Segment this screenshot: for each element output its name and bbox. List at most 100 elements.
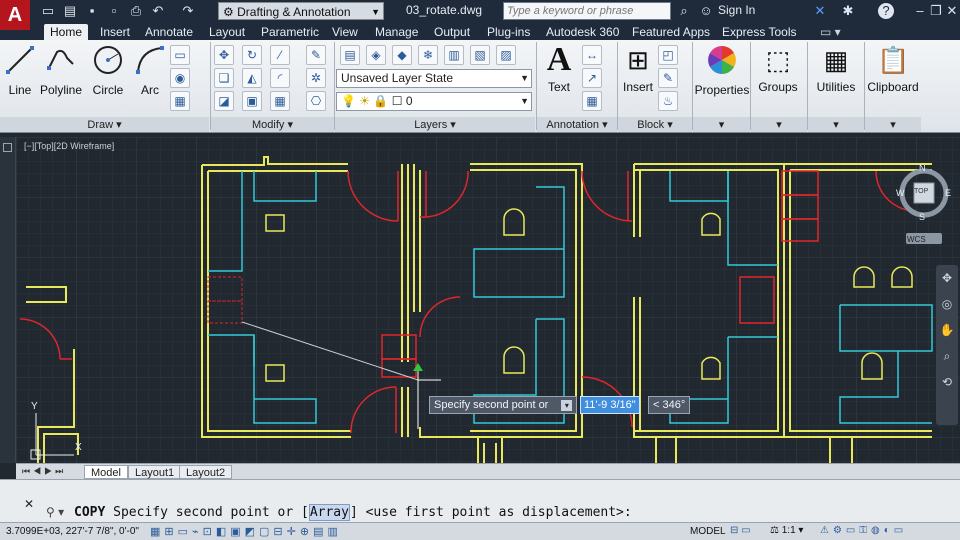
angle-input[interactable]: < 346° xyxy=(648,396,691,414)
tab-express-tools[interactable]: Express Tools xyxy=(722,24,796,40)
groups-expand-icon[interactable]: ▾ xyxy=(751,118,807,132)
layer-freeze-icon[interactable]: ❄ xyxy=(418,45,438,65)
exchange-icon[interactable]: ✕ xyxy=(812,3,828,19)
tab-layout[interactable]: Layout xyxy=(209,24,245,40)
close-icon[interactable]: ✕ xyxy=(944,3,960,19)
table-icon[interactable]: ▦ xyxy=(582,91,602,111)
fillet-icon[interactable]: ◜ xyxy=(270,68,290,88)
text-button[interactable]: A Text xyxy=(542,43,576,95)
tab-home[interactable]: Home xyxy=(44,24,89,40)
command-prompt[interactable]: COPY Specify second point or [Array] <us… xyxy=(74,504,632,521)
layer-properties-icon[interactable]: ▤ xyxy=(340,45,360,65)
layers-panel-title[interactable]: Layers ▾ xyxy=(335,118,535,132)
create-block-icon[interactable]: ◰ xyxy=(658,45,678,65)
drafting-toggles[interactable]: ▦⊞▭⌁⊡◧▣◩▢⊟✛⊕▤▥ xyxy=(150,525,342,538)
mirror-icon[interactable]: ◭ xyxy=(242,68,262,88)
tab-annotate[interactable]: Annotate xyxy=(145,24,193,40)
status-tray-icons[interactable]: ⚠⚙▭⚿◍◐▭ xyxy=(820,525,907,536)
circle-button[interactable]: Circle xyxy=(90,44,126,97)
ribbon-options-icon[interactable]: ▭ ▾ xyxy=(820,24,841,40)
layer-match-icon[interactable]: ▧ xyxy=(470,45,490,65)
ellipse-icon[interactable]: ◉ xyxy=(170,68,190,88)
clipboard-expand-icon[interactable]: ▾ xyxy=(865,118,921,132)
rotate-icon[interactable]: ↻ xyxy=(242,45,262,65)
coordinates-readout[interactable]: 3.7099E+03, 227'-7 7/8", 0'-0" xyxy=(6,526,139,537)
help-icon[interactable]: ? xyxy=(878,3,894,19)
tab-insert[interactable]: Insert xyxy=(100,24,130,40)
tab-view[interactable]: View xyxy=(332,24,358,40)
open-icon[interactable]: ▤ xyxy=(62,3,78,19)
sign-in-button[interactable]: Sign In xyxy=(718,3,755,17)
viewport-menu-icon[interactable] xyxy=(3,143,12,152)
new-icon[interactable]: ▭ xyxy=(40,3,56,19)
copy-icon[interactable]: ❏ xyxy=(214,68,234,88)
tab-plug-ins[interactable]: Plug-ins xyxy=(487,24,530,40)
edit-block-icon[interactable]: ✎ xyxy=(658,68,678,88)
hatch-icon[interactable]: ▦ xyxy=(170,91,190,111)
draw-panel-title[interactable]: Draw ▾ xyxy=(0,118,209,132)
search-input[interactable]: Type a keyword or phrase xyxy=(503,2,671,20)
redo-icon[interactable]: ↷ xyxy=(180,3,196,19)
annotation-panel-title[interactable]: Annotation ▾ xyxy=(537,118,617,132)
save-as-icon[interactable]: ▫ xyxy=(106,3,122,19)
rectangle-icon[interactable]: ▭ xyxy=(170,45,190,65)
utilities-expand-icon[interactable]: ▾ xyxy=(808,118,864,132)
trim-icon[interactable]: ⁄ xyxy=(270,45,290,65)
save-icon[interactable]: ▪ xyxy=(84,3,100,19)
block-attributes-icon[interactable]: ♨ xyxy=(658,91,678,111)
array-icon[interactable]: ▦ xyxy=(270,91,290,111)
nav-tools-icon[interactable]: ✥ ◎ ✋ ⌕ ⟲ xyxy=(936,265,958,395)
navigation-bar[interactable]: ✥ ◎ ✋ ⌕ ⟲ xyxy=(936,265,958,425)
move-icon[interactable]: ✥ xyxy=(214,45,234,65)
utilities-button[interactable]: ▦ Utilities xyxy=(809,44,863,94)
stretch-icon[interactable]: ◪ xyxy=(214,91,234,111)
explode-icon[interactable]: ✲ xyxy=(306,68,326,88)
tab-output[interactable]: Output xyxy=(434,24,470,40)
restore-icon[interactable]: ❐ xyxy=(928,3,944,19)
print-icon[interactable]: ⎙ xyxy=(128,3,144,19)
scale-icon[interactable]: ▣ xyxy=(242,91,262,111)
tab-featured-apps[interactable]: Featured Apps xyxy=(632,24,710,40)
tab-nav-arrows-icon[interactable]: ⏮◀▶⏭ xyxy=(22,466,66,477)
command-line[interactable]: ✕ ⚲ ▾ COPY Specify second point or [Arra… xyxy=(0,479,960,522)
erase-icon[interactable]: ✎ xyxy=(306,45,326,65)
line-button[interactable]: Line xyxy=(4,44,36,97)
polyline-button[interactable]: Polyline xyxy=(40,44,82,97)
layer-off-icon[interactable]: ◈ xyxy=(366,45,386,65)
block-panel-title[interactable]: Block ▾ xyxy=(618,118,692,132)
tab-layout2[interactable]: Layout2 xyxy=(179,465,233,479)
viewcube[interactable] xyxy=(894,163,958,247)
command-option-array[interactable]: Array xyxy=(308,504,350,521)
leader-icon[interactable]: ↗ xyxy=(582,68,602,88)
tab-manage[interactable]: Manage xyxy=(375,24,418,40)
groups-button[interactable]: ⬚ Groups xyxy=(752,44,804,94)
layer-lock-icon[interactable]: ▥ xyxy=(444,45,464,65)
viewcube-top[interactable]: TOP xyxy=(914,188,928,195)
distance-input[interactable]: 11'-9 3/16" xyxy=(580,396,640,414)
modify-panel-title[interactable]: Modify ▾ xyxy=(211,118,334,132)
viewcube-south[interactable]: S xyxy=(919,212,925,222)
layer-walk-icon[interactable]: ▨ xyxy=(496,45,516,65)
workspace-dropdown[interactable]: ⚙ Drafting & Annotation ▼ xyxy=(218,2,384,20)
minimize-icon[interactable]: – xyxy=(912,3,928,19)
user-icon[interactable]: ☺ xyxy=(698,3,714,19)
tab-autodesk-360[interactable]: Autodesk 360 xyxy=(546,24,619,40)
tab-layout1[interactable]: Layout1 xyxy=(128,465,182,479)
drawing-area[interactable] xyxy=(16,137,960,463)
options-down-icon[interactable]: ▾ xyxy=(561,400,573,411)
star-icon[interactable]: ✱ xyxy=(840,3,856,19)
dimension-icon[interactable]: ↔ xyxy=(582,45,602,65)
viewport-controls[interactable]: [−][Top][2D Wireframe] xyxy=(24,141,114,151)
model-space-button[interactable]: MODEL xyxy=(690,526,726,537)
undo-icon[interactable]: ↶ xyxy=(150,3,166,19)
layer-dropdown[interactable]: 💡 ☀ 🔒 ☐ 0 ▼ xyxy=(336,92,532,111)
quick-view-icon[interactable]: ⊟ ▭ xyxy=(730,525,751,536)
tab-parametric[interactable]: Parametric xyxy=(261,24,319,40)
wcs-menu[interactable]: WCS xyxy=(907,235,926,244)
tab-model[interactable]: Model xyxy=(84,465,128,479)
viewcube-west[interactable]: W xyxy=(896,188,905,198)
layer-state-dropdown[interactable]: Unsaved Layer State ▼ xyxy=(336,69,532,88)
layer-isolate-icon[interactable]: ◆ xyxy=(392,45,412,65)
viewcube-east[interactable]: E xyxy=(945,188,951,198)
annotation-scale[interactable]: ⚖ 1:1 ▾ xyxy=(770,525,803,536)
